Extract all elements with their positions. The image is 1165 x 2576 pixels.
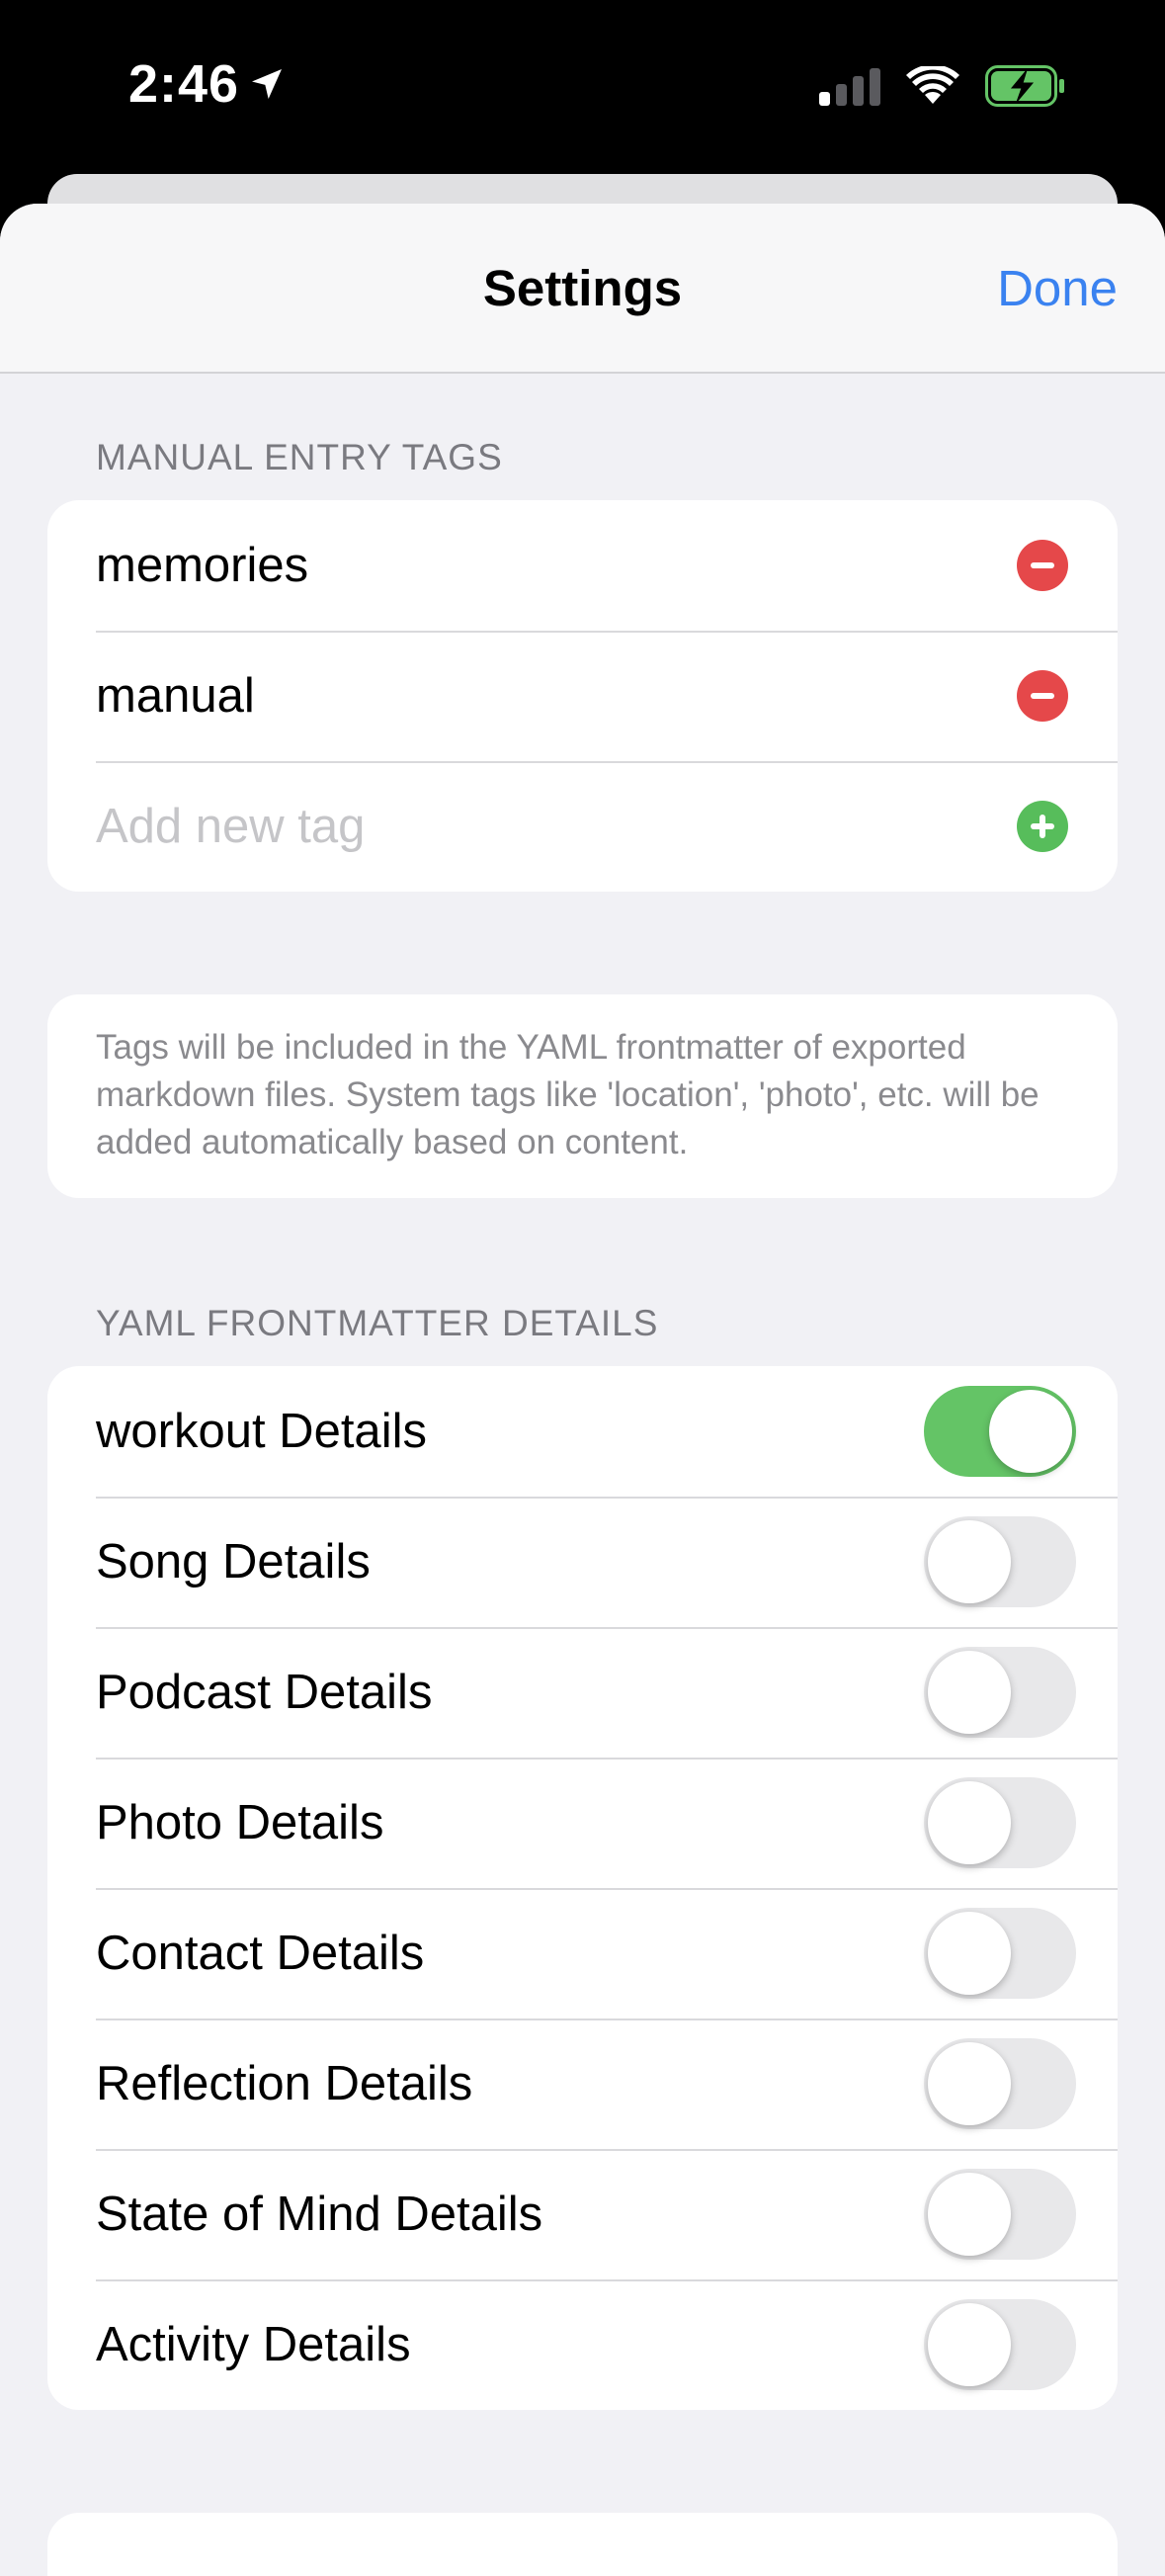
toggle-knob bbox=[989, 1390, 1072, 1473]
frontmatter-row-podcast: Podcast Details bbox=[47, 1627, 1118, 1758]
tag-row: manual bbox=[47, 631, 1118, 761]
toggle-knob bbox=[928, 2303, 1011, 2386]
frontmatter-card: workout Details Song Details Podcast Det… bbox=[47, 1366, 1118, 2410]
song-details-toggle[interactable] bbox=[924, 1516, 1076, 1607]
toggle-knob bbox=[928, 1912, 1011, 1995]
add-tag-button[interactable] bbox=[1017, 801, 1068, 852]
tag-label: manual bbox=[96, 669, 255, 723]
frontmatter-row-photo: Photo Details bbox=[47, 1758, 1118, 1888]
done-button[interactable]: Done bbox=[997, 259, 1118, 317]
toggle-knob bbox=[928, 1520, 1011, 1603]
frontmatter-row-reflection: Reflection Details bbox=[47, 2018, 1118, 2149]
manual-tags-card: memories manual bbox=[47, 500, 1118, 892]
frontmatter-label: Song Details bbox=[96, 1535, 371, 1589]
location-arrow-icon bbox=[252, 69, 283, 99]
contact-details-toggle[interactable] bbox=[924, 1908, 1076, 1999]
frontmatter-row-song: Song Details bbox=[47, 1497, 1118, 1627]
workout-details-toggle[interactable] bbox=[924, 1386, 1076, 1477]
section-header-manual-tags: MANUAL ENTRY TAGS bbox=[96, 437, 503, 477]
frontmatter-row-workout: workout Details bbox=[47, 1366, 1118, 1497]
tag-row: memories bbox=[47, 500, 1118, 631]
state-of-mind-details-toggle[interactable] bbox=[924, 2169, 1076, 2260]
frontmatter-row-contact: Contact Details bbox=[47, 1888, 1118, 2018]
photo-details-toggle[interactable] bbox=[924, 1777, 1076, 1868]
toggle-knob bbox=[928, 2042, 1011, 2125]
status-time-label: 2:46 bbox=[128, 54, 240, 114]
add-tag-input[interactable] bbox=[96, 761, 936, 892]
remove-tag-button[interactable] bbox=[1017, 540, 1068, 591]
status-time: 2:46 bbox=[128, 53, 287, 115]
nav-bar: Settings Done bbox=[0, 204, 1165, 374]
toggle-knob bbox=[928, 1651, 1011, 1734]
frontmatter-label: State of Mind Details bbox=[96, 2188, 543, 2241]
frontmatter-label: Photo Details bbox=[96, 1796, 384, 1849]
frontmatter-row-activity: Activity Details bbox=[47, 2279, 1118, 2410]
frontmatter-label: Activity Details bbox=[96, 2318, 411, 2371]
frontmatter-label: Contact Details bbox=[96, 1927, 425, 1980]
frontmatter-label: Reflection Details bbox=[96, 2057, 473, 2110]
section-header-frontmatter: YAML FRONTMATTER DETAILS bbox=[96, 1303, 659, 1343]
page-title: Settings bbox=[482, 260, 683, 316]
next-section-card bbox=[47, 2513, 1118, 2576]
wifi-icon bbox=[906, 66, 959, 104]
status-bar: 2:46 bbox=[0, 0, 1165, 168]
frontmatter-row-state-of-mind: State of Mind Details bbox=[47, 2149, 1118, 2279]
activity-details-toggle[interactable] bbox=[924, 2299, 1076, 2390]
cellular-signal-icon bbox=[819, 68, 880, 106]
info-text: Tags will be included in the YAML frontm… bbox=[96, 1028, 1040, 1161]
podcast-details-toggle[interactable] bbox=[924, 1647, 1076, 1738]
status-icons bbox=[819, 65, 1066, 107]
frontmatter-label: Podcast Details bbox=[96, 1666, 433, 1719]
toggle-knob bbox=[928, 1781, 1011, 1864]
reflection-details-toggle[interactable] bbox=[924, 2038, 1076, 2129]
battery-charging-icon bbox=[985, 65, 1064, 107]
toggle-knob bbox=[928, 2173, 1011, 2256]
remove-tag-button[interactable] bbox=[1017, 670, 1068, 722]
add-tag-row bbox=[47, 761, 1118, 892]
settings-sheet: Settings Done MANUAL ENTRY TAGS memories… bbox=[0, 204, 1165, 2576]
info-card: Tags will be included in the YAML frontm… bbox=[47, 994, 1118, 1198]
tag-label: memories bbox=[96, 539, 309, 592]
frontmatter-label: workout Details bbox=[96, 1405, 427, 1458]
